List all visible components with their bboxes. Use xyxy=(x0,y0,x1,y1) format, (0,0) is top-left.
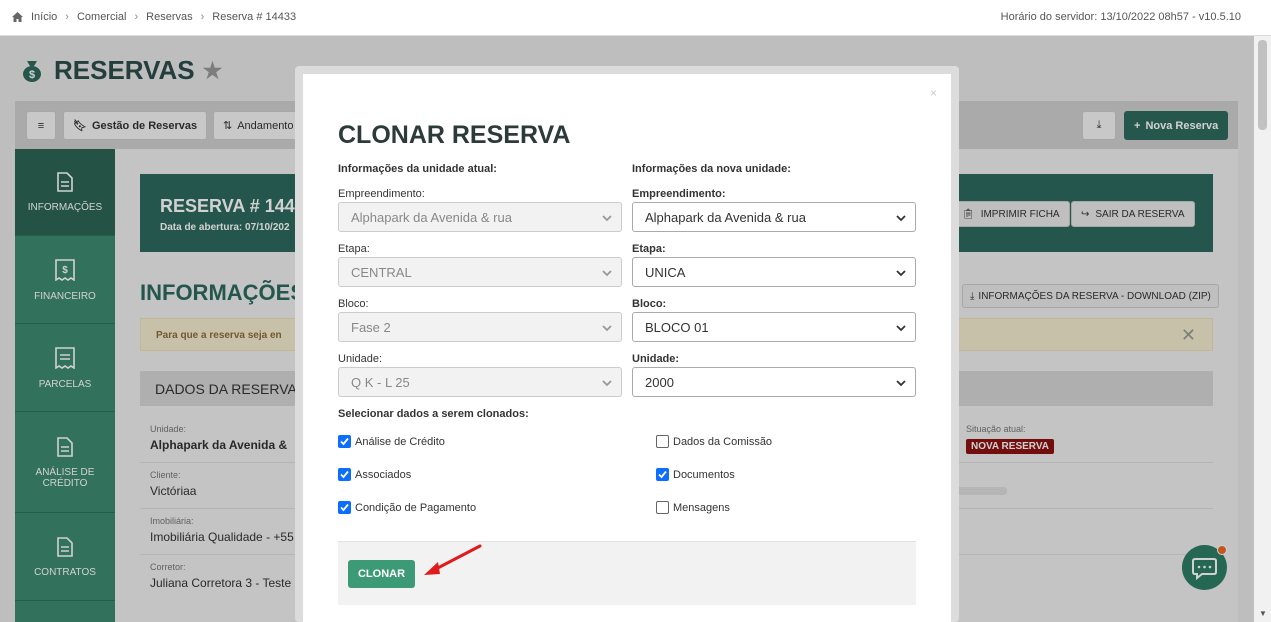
check-icon xyxy=(340,437,349,446)
clonar-button[interactable]: CLONAR xyxy=(348,560,415,588)
chevron-down-icon xyxy=(602,380,612,387)
new-empreendimento-value: Alphapark da Avenida & rua xyxy=(645,209,806,225)
current-empreendimento-value: Alphapark da Avenida & rua xyxy=(351,209,512,225)
current-unidade-label: Unidade: xyxy=(338,353,383,365)
top-bar: Início › Comercial › Reservas › Reserva … xyxy=(0,0,1271,36)
checkbox-mensagens[interactable]: Mensagens xyxy=(656,501,730,514)
current-bloco-value: Fase 2 xyxy=(351,319,391,335)
checkbox-label: Documentos xyxy=(673,468,735,481)
checkbox-analise-credito[interactable]: Análise de Crédito xyxy=(338,435,445,448)
close-icon[interactable]: × xyxy=(930,86,937,100)
chevron-right-icon: › xyxy=(65,11,69,23)
breadcrumb-reserva: Reserva # 14433 xyxy=(212,11,297,23)
new-unidade-select[interactable]: 2000 xyxy=(632,367,916,397)
new-bloco-select[interactable]: BLOCO 01 xyxy=(632,312,916,342)
current-etapa-value: CENTRAL xyxy=(351,264,412,280)
scroll-down-icon[interactable]: ▼ xyxy=(1259,609,1267,618)
chevron-down-icon xyxy=(896,380,906,387)
chevron-down-icon xyxy=(602,215,612,222)
checkbox-condicao-pagamento[interactable]: Condição de Pagamento xyxy=(338,501,476,514)
chevron-down-icon xyxy=(896,270,906,277)
new-bloco-label: Bloco: xyxy=(632,298,667,310)
new-empreendimento-select[interactable]: Alphapark da Avenida & rua xyxy=(632,202,916,232)
checkbox-label: Associados xyxy=(355,468,412,481)
checkbox-label: Dados da Comissão xyxy=(673,435,773,448)
server-time: Horário do servidor: 13/10/2022 08h57 - … xyxy=(1000,11,1241,23)
new-etapa-value: UNICA xyxy=(645,264,686,280)
annotation-arrow-icon xyxy=(424,544,482,575)
page-scrollbar[interactable]: ▲ ▼ xyxy=(1254,36,1271,622)
checkbox-label: Condição de Pagamento xyxy=(355,501,477,514)
chevron-down-icon xyxy=(602,270,612,277)
chevron-down-icon xyxy=(896,325,906,332)
new-etapa-select[interactable]: UNICA xyxy=(632,257,916,287)
current-empreendimento-label: Empreendimento: xyxy=(338,188,425,200)
chevron-down-icon xyxy=(602,325,612,332)
scrollbar-thumb[interactable] xyxy=(1258,40,1267,130)
chevron-right-icon: › xyxy=(200,11,205,23)
breadcrumb-inicio[interactable]: Início xyxy=(31,11,57,23)
checkbox-checked[interactable] xyxy=(338,468,351,481)
checkbox-associados[interactable]: Associados xyxy=(338,468,411,481)
current-bloco-label: Bloco: xyxy=(338,298,369,310)
current-bloco-select: Fase 2 xyxy=(338,312,622,342)
modal-title: CLONAR RESERVA xyxy=(338,121,571,149)
current-etapa-label: Etapa: xyxy=(338,243,370,255)
clonar-reserva-modal: × CLONAR RESERVA Informações da unidade … xyxy=(295,66,959,622)
breadcrumb: Início › Comercial › Reservas › Reserva … xyxy=(12,11,296,23)
checkbox-checked[interactable] xyxy=(656,468,669,481)
new-unit-header: Informações da nova unidade: xyxy=(632,163,791,175)
modal-content: × CLONAR RESERVA Informações da unidade … xyxy=(303,74,951,622)
checkbox-unchecked[interactable] xyxy=(656,501,669,514)
current-unidade-select: Q K - L 25 xyxy=(338,367,622,397)
new-bloco-value: BLOCO 01 xyxy=(645,319,709,335)
checkbox-checked[interactable] xyxy=(338,501,351,514)
chevron-right-icon: › xyxy=(134,11,139,23)
current-unidade-value: Q K - L 25 xyxy=(351,374,410,390)
current-empreendimento-select: Alphapark da Avenida & rua xyxy=(338,202,622,232)
breadcrumb-reservas[interactable]: Reservas xyxy=(146,11,192,23)
checkbox-checked[interactable] xyxy=(338,435,351,448)
checkbox-documentos[interactable]: Documentos xyxy=(656,468,735,481)
new-unidade-label: Unidade: xyxy=(632,353,680,365)
check-icon xyxy=(658,470,667,479)
checkbox-label: Análise de Crédito xyxy=(355,435,445,448)
checkbox-label: Mensagens xyxy=(673,501,730,514)
current-etapa-select: CENTRAL xyxy=(338,257,622,287)
new-unidade-value: 2000 xyxy=(645,374,674,390)
home-icon xyxy=(12,12,23,22)
select-data-header: Selecionar dados a serem clonados: xyxy=(338,408,529,420)
breadcrumb-comercial[interactable]: Comercial xyxy=(77,11,127,23)
checkbox-dados-comissao[interactable]: Dados da Comissão xyxy=(656,435,772,448)
check-icon xyxy=(340,503,349,512)
new-empreendimento-label: Empreendimento: xyxy=(632,188,726,200)
check-icon xyxy=(340,470,349,479)
current-unit-header: Informações da unidade atual: xyxy=(338,163,497,175)
new-etapa-label: Etapa: xyxy=(632,243,666,255)
checkbox-unchecked[interactable] xyxy=(656,435,669,448)
chevron-down-icon xyxy=(896,215,906,222)
